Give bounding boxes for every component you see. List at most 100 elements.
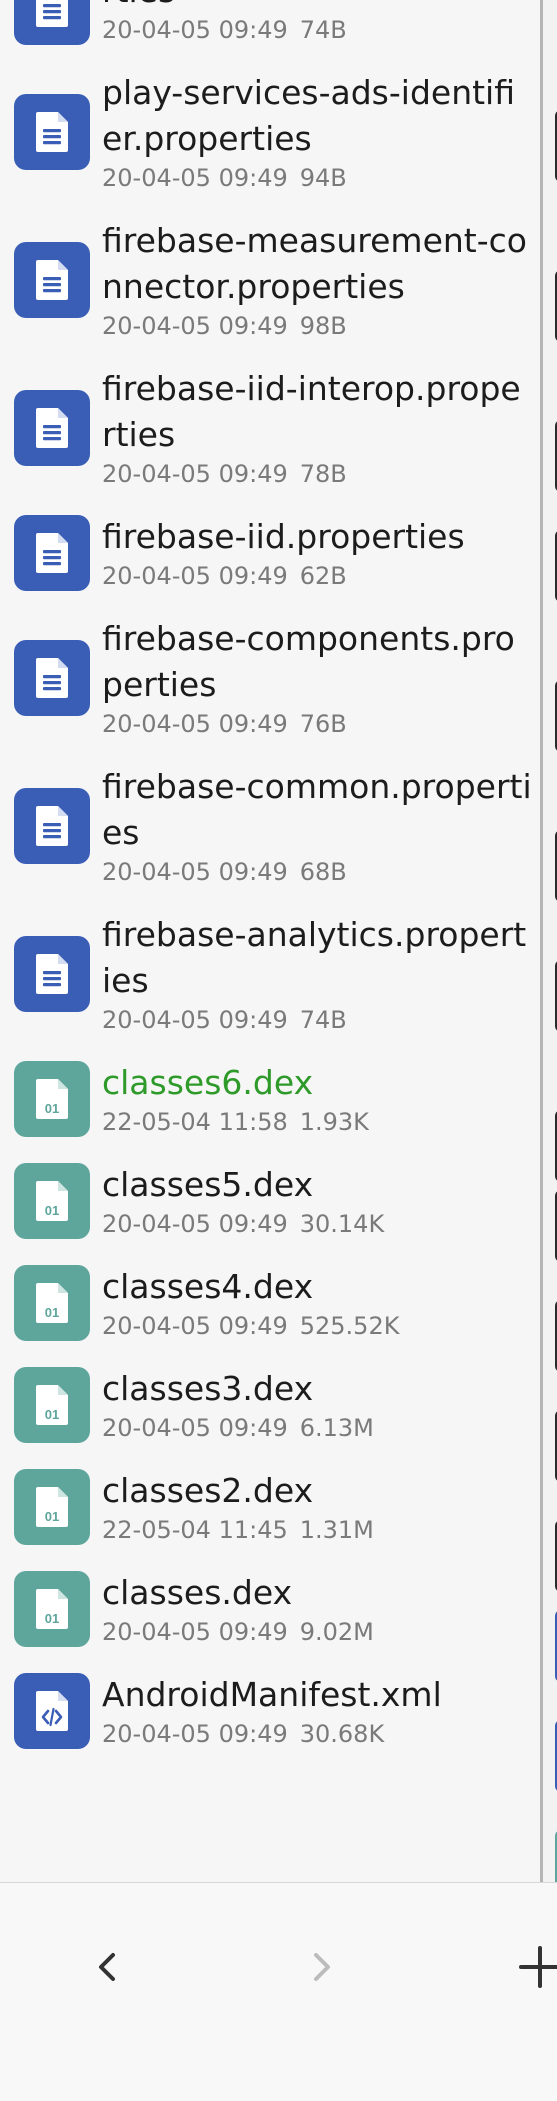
- file-list-item[interactable]: firebase-components.properties 20-04-05 0…: [0, 604, 540, 752]
- file-list-item[interactable]: firebase-iid-interop.properties 20-04-05 …: [0, 354, 540, 502]
- file-date: 20-04-05 09:49: [102, 1312, 288, 1340]
- file-info: firebase-measurement-connector.propertie…: [102, 218, 540, 342]
- binary-file-icon: 01: [14, 1061, 90, 1137]
- file-date: 20-04-05 09:49: [102, 1618, 288, 1646]
- file-list-item[interactable]: firebase-analytics.properties 20-04-05 09…: [0, 900, 540, 1048]
- file-date: 20-04-05 09:49: [102, 16, 288, 44]
- file-meta: 20-04-05 09:49 78B: [102, 458, 534, 490]
- file-info: firebase-iid.properties 20-04-05 09:49 62B: [102, 514, 540, 592]
- right-pane-edge[interactable]: [540, 0, 557, 1902]
- svg-text:01: 01: [45, 1509, 59, 1524]
- document-icon: [14, 640, 90, 716]
- file-name: firebase-measurement-connector.propertie…: [102, 221, 527, 306]
- file-info: firebase-iid-interop.properties 20-04-05 …: [102, 366, 540, 490]
- file-info: AndroidManifest.xml 20-04-05 09:49 30.68K: [102, 1672, 540, 1750]
- file-list-item[interactable]: AndroidManifest.xml 20-04-05 09:49 30.68K: [0, 1660, 540, 1762]
- file-list-item[interactable]: 01 classes4.dex 20-04-05 09:49 525.52K: [0, 1252, 540, 1354]
- document-icon: [14, 390, 90, 466]
- file-size: 1.31M: [299, 1516, 374, 1544]
- svg-text:01: 01: [45, 1101, 59, 1116]
- file-info: classes4.dex 20-04-05 09:49 525.52K: [102, 1264, 540, 1342]
- add-button[interactable]: [510, 1937, 557, 1997]
- file-size: 6.13M: [299, 1414, 374, 1442]
- file-meta: 20-04-05 09:49 30.68K: [102, 1718, 534, 1750]
- file-meta: 20-04-05 09:49 74B: [102, 14, 534, 46]
- file-name: firebase-components.properties: [102, 619, 515, 704]
- bottom-toolbar: [0, 1882, 557, 2101]
- file-name: firebase-iid-interop.properties: [102, 369, 521, 454]
- document-icon: [14, 242, 90, 318]
- file-info: play-services-ads-identifier.properties 2…: [102, 70, 540, 194]
- file-date: 22-05-04 11:58: [102, 1108, 288, 1136]
- file-name: play-services-ads-identifier.properties: [102, 73, 515, 158]
- file-size: 525.52K: [299, 1312, 400, 1340]
- file-info: firebase-common.properties 20-04-05 09:49…: [102, 764, 540, 888]
- back-button[interactable]: [77, 1937, 137, 1997]
- file-meta: 20-04-05 09:49 74B: [102, 1004, 534, 1036]
- file-date: 20-04-05 09:49: [102, 1210, 288, 1238]
- file-meta: 22-05-04 11:45 1.31M: [102, 1514, 534, 1546]
- file-meta: 20-04-05 09:49 6.13M: [102, 1412, 534, 1444]
- document-icon: [14, 936, 90, 1012]
- document-icon: [14, 788, 90, 864]
- file-meta: 20-04-05 09:49 30.14K: [102, 1208, 534, 1240]
- plus-icon: [519, 1946, 557, 1988]
- file-name: classes4.dex: [102, 1267, 314, 1306]
- file-date: 20-04-05 09:49: [102, 312, 288, 340]
- file-name: classes6.dex: [102, 1063, 314, 1102]
- file-manager-screen: rties 20-04-05 09:49 74B play-services-ads-…: [0, 0, 557, 2101]
- binary-file-icon: 01: [14, 1163, 90, 1239]
- binary-file-icon: 01: [14, 1367, 90, 1443]
- file-meta: 20-04-05 09:49 525.52K: [102, 1310, 534, 1342]
- svg-text:01: 01: [45, 1407, 59, 1422]
- file-list-item[interactable]: firebase-measurement-connector.propertie…: [0, 206, 540, 354]
- svg-text:01: 01: [45, 1203, 59, 1218]
- document-icon: [14, 94, 90, 170]
- file-size: 1.93K: [299, 1108, 369, 1136]
- file-list-item[interactable]: 01 classes6.dex 22-05-04 11:58 1.93K: [0, 1048, 540, 1150]
- file-info: classes6.dex 22-05-04 11:58 1.93K: [102, 1060, 540, 1138]
- file-info: classes.dex 20-04-05 09:49 9.02M: [102, 1570, 540, 1648]
- file-size: 68B: [299, 858, 347, 886]
- file-name: classes3.dex: [102, 1369, 314, 1408]
- file-name: firebase-common.properties: [102, 767, 532, 852]
- file-date: 20-04-05 09:49: [102, 164, 288, 192]
- file-list-item[interactable]: 01 classes3.dex 20-04-05 09:49 6.13M: [0, 1354, 540, 1456]
- file-name: AndroidManifest.xml: [102, 1675, 442, 1714]
- file-size: 74B: [299, 1006, 347, 1034]
- file-info: classes2.dex 22-05-04 11:45 1.31M: [102, 1468, 540, 1546]
- file-date: 22-05-04 11:45: [102, 1516, 288, 1544]
- file-date: 20-04-05 09:49: [102, 562, 288, 590]
- file-list-item[interactable]: rties 20-04-05 09:49 74B: [0, 0, 540, 58]
- forward-button[interactable]: [292, 1937, 352, 1997]
- file-date: 20-04-05 09:49: [102, 858, 288, 886]
- file-list-item[interactable]: 01 classes.dex 20-04-05 09:49 9.02M: [0, 1558, 540, 1660]
- file-meta: 20-04-05 09:49 9.02M: [102, 1616, 534, 1648]
- file-size: 74B: [299, 16, 347, 44]
- document-icon: [14, 0, 90, 45]
- file-date: 20-04-05 09:49: [102, 1006, 288, 1034]
- file-date: 20-04-05 09:49: [102, 1720, 288, 1748]
- file-name: classes5.dex: [102, 1165, 314, 1204]
- file-size: 78B: [299, 460, 347, 488]
- file-list-item[interactable]: firebase-iid.properties 20-04-05 09:49 62B: [0, 502, 540, 604]
- file-meta: 20-04-05 09:49 94B: [102, 162, 534, 194]
- svg-text:01: 01: [45, 1611, 59, 1626]
- file-list-item[interactable]: 01 classes5.dex 20-04-05 09:49 30.14K: [0, 1150, 540, 1252]
- file-list-item[interactable]: play-services-ads-identifier.properties 2…: [0, 58, 540, 206]
- code-file-icon: [14, 1673, 90, 1749]
- file-list[interactable]: rties 20-04-05 09:49 74B play-services-ads-…: [0, 0, 540, 1882]
- document-icon: [14, 515, 90, 591]
- file-name: firebase-iid.properties: [102, 517, 465, 556]
- file-list-item[interactable]: firebase-common.properties 20-04-05 09:49…: [0, 752, 540, 900]
- file-size: 98B: [299, 312, 347, 340]
- file-info: classes3.dex 20-04-05 09:49 6.13M: [102, 1366, 540, 1444]
- chevron-right-icon: [314, 1953, 330, 1981]
- binary-file-icon: 01: [14, 1571, 90, 1647]
- file-list-item[interactable]: 01 classes2.dex 22-05-04 11:45 1.31M: [0, 1456, 540, 1558]
- file-info: classes5.dex 20-04-05 09:49 30.14K: [102, 1162, 540, 1240]
- file-meta: 20-04-05 09:49 76B: [102, 708, 534, 740]
- file-size: 30.14K: [299, 1210, 385, 1238]
- file-date: 20-04-05 09:49: [102, 710, 288, 738]
- file-name: classes.dex: [102, 1573, 293, 1612]
